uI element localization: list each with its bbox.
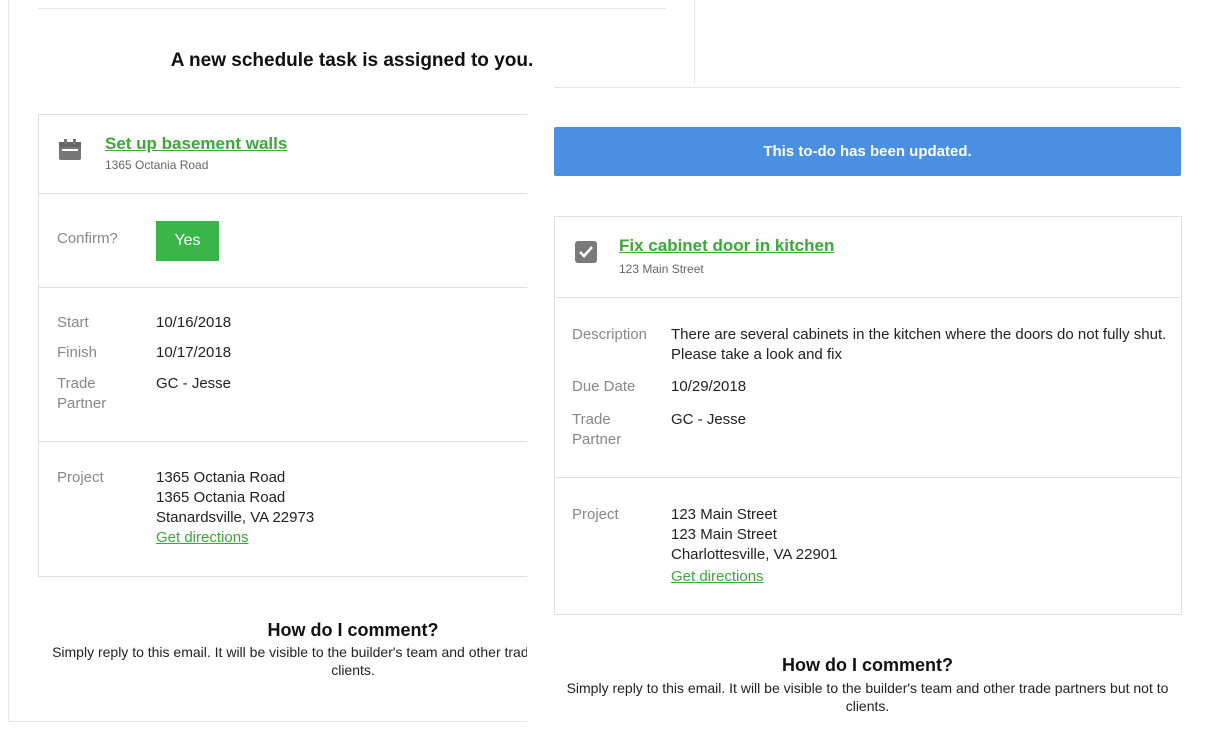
schedule-task-card: Set up basement walls 1365 Octania Road … [38, 114, 600, 577]
project-line-3: Stanardsville, VA 22973 [156, 509, 315, 526]
update-banner: This to-do has been updated. [554, 127, 1181, 176]
trade-partner-label: Trade Partner [572, 411, 622, 448]
project-label: Project [57, 469, 104, 486]
trade-partner-label: Trade Partner [57, 375, 107, 412]
due-date-label: Due Date [572, 378, 636, 395]
get-directions-link[interactable]: Get directions [671, 567, 764, 587]
finish-value: 10/17/2018 [156, 344, 232, 361]
get-directions-link[interactable]: Get directions [156, 528, 249, 548]
trade-partner-value: GC - Jesse [671, 411, 747, 428]
project-line-2: 123 Main Street [671, 526, 777, 543]
start-value: 10/16/2018 [156, 314, 232, 331]
left-email-bottom-border [8, 721, 568, 722]
finish-label: Finish [57, 344, 98, 361]
left-email-top-divider [38, 8, 666, 9]
left-email-heading: A new schedule task is assigned to you. [170, 50, 534, 71]
divider [39, 441, 599, 442]
comment-heading: How do I comment? [782, 655, 953, 675]
left-email-left-border [8, 0, 9, 722]
description-label: Description [572, 326, 648, 343]
divider [555, 297, 1181, 298]
project-line-3: Charlottesville, VA 22901 [671, 546, 838, 563]
right-email: This to-do has been updated. Fix cabinet… [527, 85, 1206, 756]
start-label: Start [57, 314, 89, 331]
trade-partner-value: GC - Jesse [156, 375, 232, 392]
todo-card: Fix cabinet door in kitchen 123 Main Str… [554, 216, 1182, 615]
project-line-1: 1365 Octania Road [156, 469, 286, 486]
right-email-top-divider [554, 87, 1181, 88]
calendar-icon [57, 137, 83, 163]
description-value: There are several cabinets in the kitche… [671, 326, 1167, 363]
comment-body: Simply reply to this email. It will be v… [566, 680, 1169, 714]
divider [555, 477, 1181, 478]
todo-subtitle: 123 Main Street [619, 262, 704, 276]
left-email-right-border [694, 0, 695, 84]
task-title-link[interactable]: Set up basement walls [105, 134, 287, 154]
confirm-label: Confirm? [57, 230, 118, 247]
project-line-1: 123 Main Street [671, 506, 777, 523]
divider [39, 193, 599, 194]
checkbox-checked-icon [574, 240, 598, 264]
project-line-2: 1365 Octania Road [156, 489, 286, 506]
project-label: Project [572, 506, 619, 523]
task-subtitle: 1365 Octania Road [105, 158, 209, 172]
todo-title-link[interactable]: Fix cabinet door in kitchen [619, 236, 834, 256]
divider [39, 287, 599, 288]
due-date-value: 10/29/2018 [671, 378, 747, 395]
confirm-yes-button[interactable]: Yes [156, 221, 219, 261]
